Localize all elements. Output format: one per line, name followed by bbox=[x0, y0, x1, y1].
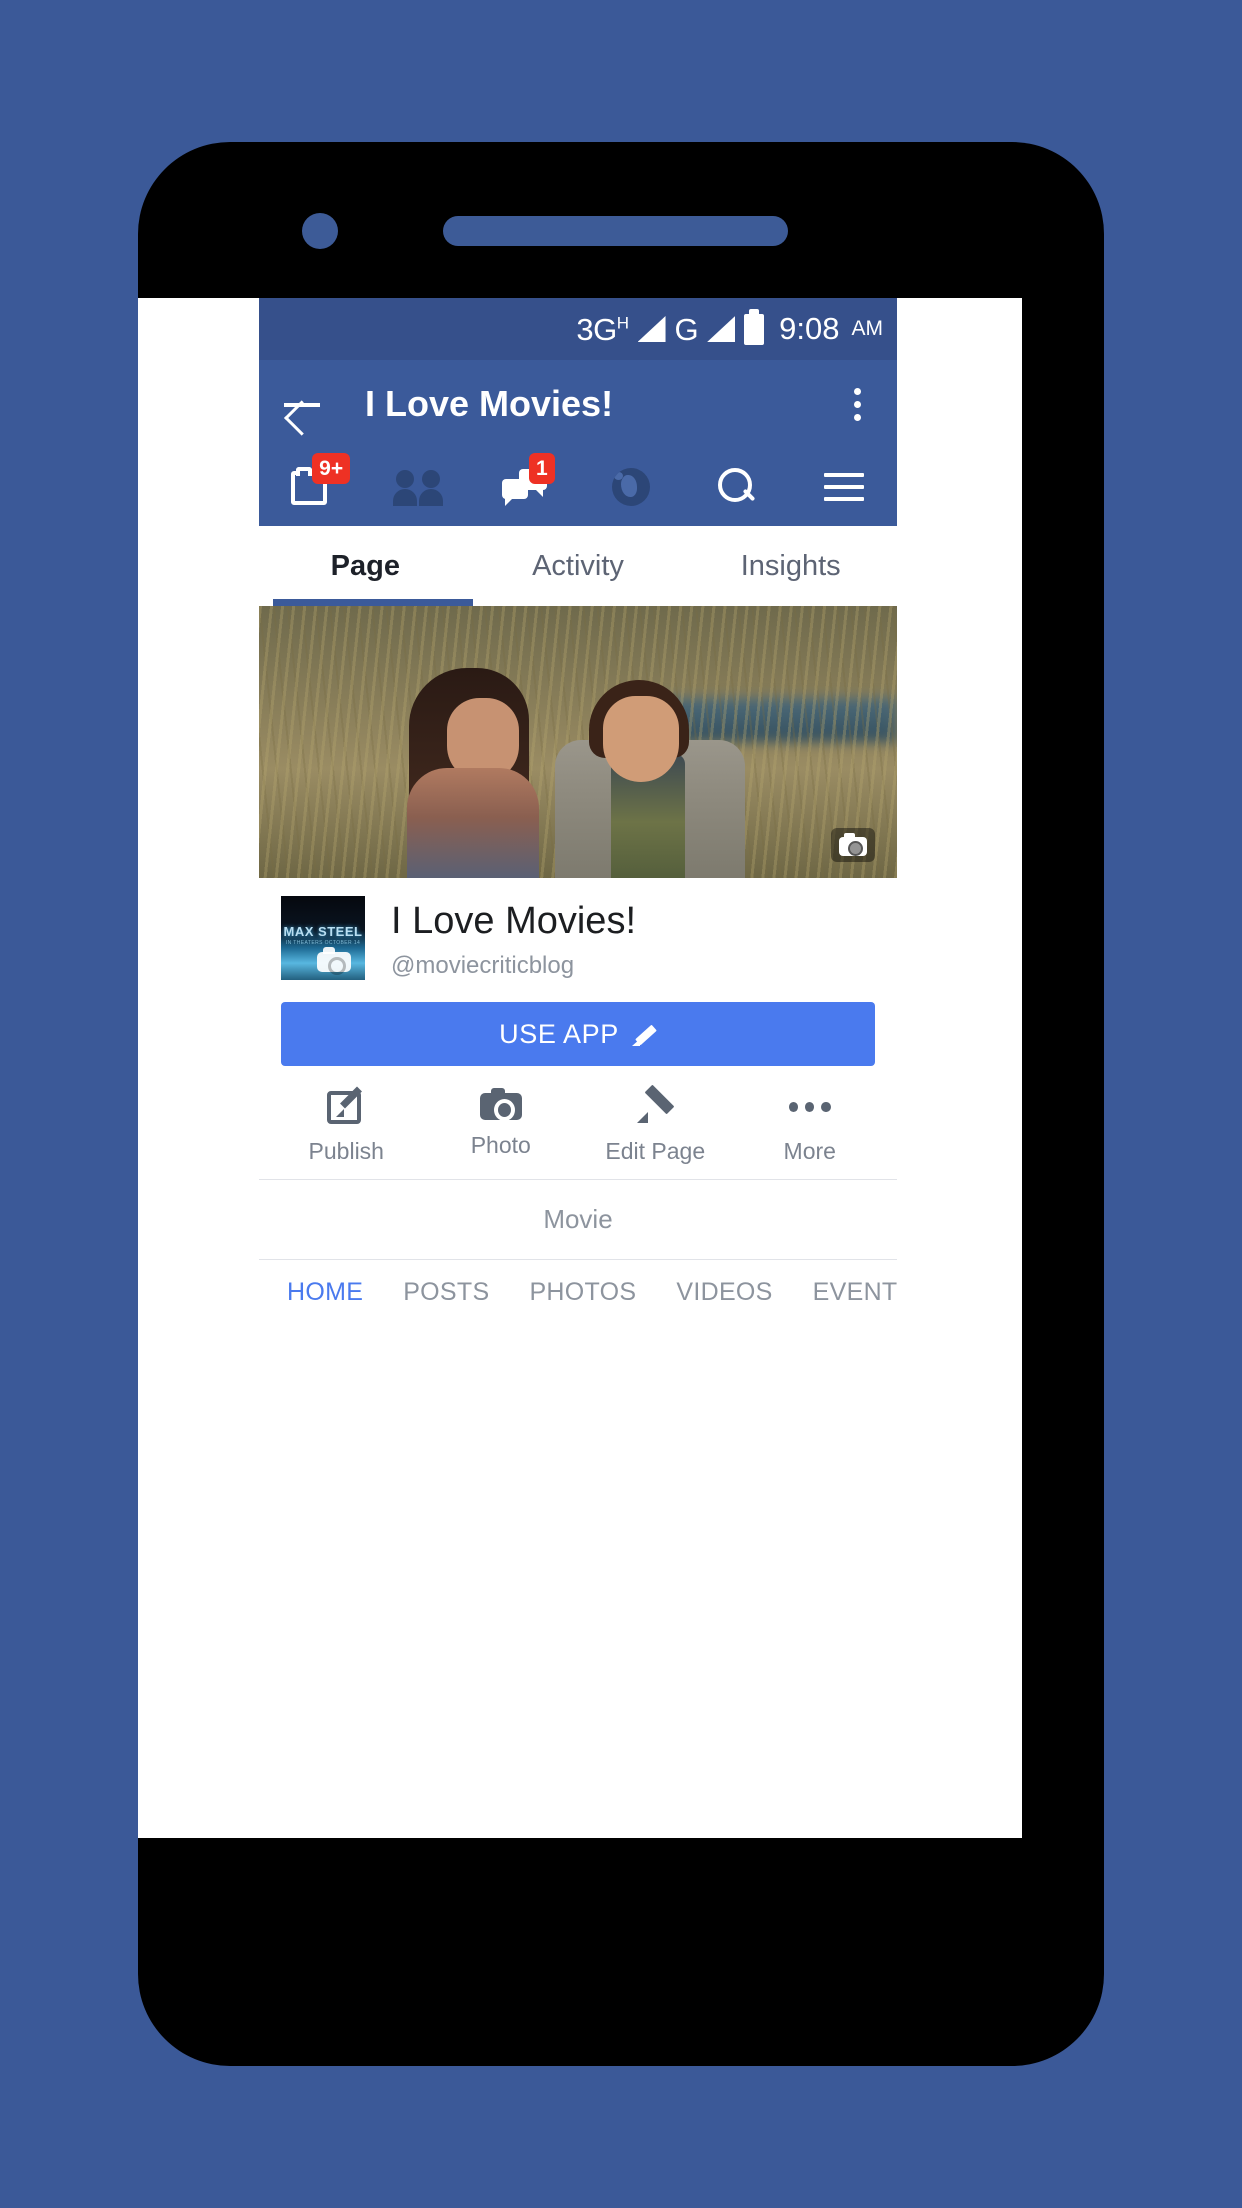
publish-icon bbox=[327, 1086, 365, 1126]
dot bbox=[821, 1102, 831, 1112]
network-primary-label: 3G bbox=[576, 311, 617, 347]
app-bar: I Love Movies! bbox=[259, 360, 897, 448]
action-more[interactable]: More bbox=[733, 1088, 888, 1165]
signal-bars-icon-2 bbox=[707, 316, 736, 342]
action-photo[interactable]: Photo bbox=[424, 1088, 579, 1165]
globe-icon bbox=[612, 468, 651, 506]
menu-line bbox=[823, 497, 864, 501]
search-icon bbox=[716, 466, 758, 508]
action-more-label: More bbox=[783, 1138, 836, 1164]
action-edit-page[interactable]: Edit Page bbox=[578, 1084, 733, 1165]
page-section-tabs: Page Activity Insights bbox=[259, 526, 897, 606]
content-tab-videos[interactable]: VIDEOS bbox=[656, 1278, 792, 1320]
feed-tab bbox=[296, 467, 313, 476]
pencil-body bbox=[644, 1084, 675, 1115]
page-title: I Love Movies! bbox=[365, 383, 614, 424]
pencil-icon[interactable] bbox=[631, 1021, 657, 1047]
nav-item-search[interactable] bbox=[684, 448, 790, 526]
status-bar-time: 9:08 bbox=[779, 311, 840, 346]
status-bar: 3GH G 9:08 AM bbox=[259, 298, 897, 360]
dot bbox=[788, 1102, 799, 1112]
avatar-camera-icon[interactable] bbox=[317, 946, 351, 975]
friends-icon bbox=[393, 468, 444, 506]
profile-text-block: I Love Movies! @moviecriticblog bbox=[391, 896, 636, 980]
cta-container: USE APP bbox=[259, 980, 897, 1066]
signal-bars-icon bbox=[637, 316, 666, 342]
action-edit-page-label: Edit Page bbox=[605, 1138, 706, 1164]
pencil-tip bbox=[637, 1112, 649, 1123]
camera-glyph bbox=[831, 828, 875, 862]
profile-header: MAX STEEL IN THEATERS OCTOBER 14 I Love … bbox=[259, 878, 897, 980]
profile-page-name: I Love Movies! bbox=[391, 900, 636, 942]
news-feed-badge: 9+ bbox=[312, 453, 351, 484]
content-tab-events[interactable]: EVENTS bbox=[793, 1278, 897, 1320]
use-app-label: USE APP bbox=[499, 1018, 619, 1049]
action-publish-label: Publish bbox=[308, 1138, 384, 1164]
page-category[interactable]: Movie bbox=[259, 1180, 897, 1260]
dot bbox=[853, 413, 861, 421]
network-primary-sup: H bbox=[616, 313, 629, 333]
phone-device-frame: 3GH G 9:08 AM I Love Movies! 9+ 1 Page A… bbox=[138, 142, 1104, 2066]
avatar[interactable]: MAX STEEL IN THEATERS OCTOBER 14 bbox=[281, 896, 365, 980]
tab-activity[interactable]: Activity bbox=[472, 526, 685, 606]
content-tab-home[interactable]: HOME bbox=[267, 1278, 383, 1320]
phone-screen: 3GH G 9:08 AM I Love Movies! 9+ 1 Page A… bbox=[138, 298, 1022, 1838]
status-bar-ampm: AM bbox=[851, 317, 884, 340]
camera-viewfinder-bump bbox=[323, 947, 335, 954]
network-type-primary: 3GH bbox=[576, 311, 629, 347]
camera-icon bbox=[479, 1088, 522, 1121]
pencil-icon bbox=[636, 1084, 675, 1126]
tab-page[interactable]: Page bbox=[259, 526, 472, 606]
page-action-row: Publish Photo Edit Page More bbox=[259, 1066, 897, 1180]
screen-content: 3GH G 9:08 AM I Love Movies! 9+ 1 Page A… bbox=[259, 298, 897, 1838]
camera-viewfinder-bump bbox=[844, 833, 855, 839]
action-publish[interactable]: Publish bbox=[269, 1086, 424, 1165]
cover-photo[interactable] bbox=[259, 606, 897, 878]
nav-item-notifications[interactable] bbox=[578, 448, 684, 526]
friend-silhouette-1 bbox=[393, 470, 418, 506]
camera-viewfinder-bump bbox=[490, 1088, 505, 1095]
front-camera bbox=[302, 213, 338, 249]
battery-full-icon bbox=[744, 308, 765, 345]
active-tab-indicator bbox=[273, 599, 473, 606]
dot bbox=[853, 400, 861, 408]
cover-photo-camera-icon[interactable] bbox=[831, 828, 875, 862]
hamburger-menu-icon bbox=[823, 473, 864, 501]
content-tab-posts[interactable]: POSTS bbox=[383, 1278, 509, 1320]
profile-handle: @moviecriticblog bbox=[391, 951, 575, 979]
overflow-menu-icon[interactable] bbox=[839, 387, 875, 421]
network-type-secondary: G bbox=[674, 311, 699, 347]
nav-item-friend-requests[interactable] bbox=[365, 448, 471, 526]
dot bbox=[805, 1102, 815, 1112]
page-content-tabs: HOME POSTS PHOTOS VIDEOS EVENTS bbox=[259, 1260, 897, 1320]
tab-insights[interactable]: Insights bbox=[684, 526, 897, 606]
dot bbox=[853, 387, 861, 395]
back-arrow-icon[interactable] bbox=[281, 383, 323, 425]
avatar-poster-title: MAX STEEL bbox=[283, 924, 363, 939]
more-dots-icon bbox=[788, 1088, 831, 1126]
earpiece-speaker bbox=[443, 216, 788, 246]
menu-line bbox=[823, 473, 864, 477]
publish-pencil-tip bbox=[336, 1109, 345, 1117]
action-photo-label: Photo bbox=[470, 1132, 531, 1158]
cover-person-woman-body bbox=[407, 768, 539, 878]
menu-line bbox=[823, 485, 864, 489]
use-app-button[interactable]: USE APP bbox=[281, 1002, 875, 1066]
nav-item-news-feed[interactable]: 9+ bbox=[259, 448, 365, 526]
primary-nav-row: 9+ 1 bbox=[259, 448, 897, 526]
friend-silhouette-2 bbox=[419, 470, 444, 506]
messages-badge: 1 bbox=[528, 453, 555, 484]
cover-person-man-face bbox=[603, 696, 679, 782]
nav-item-messages[interactable]: 1 bbox=[472, 448, 578, 526]
nav-item-more-menu[interactable] bbox=[791, 448, 897, 526]
content-tab-photos[interactable]: PHOTOS bbox=[509, 1278, 656, 1320]
